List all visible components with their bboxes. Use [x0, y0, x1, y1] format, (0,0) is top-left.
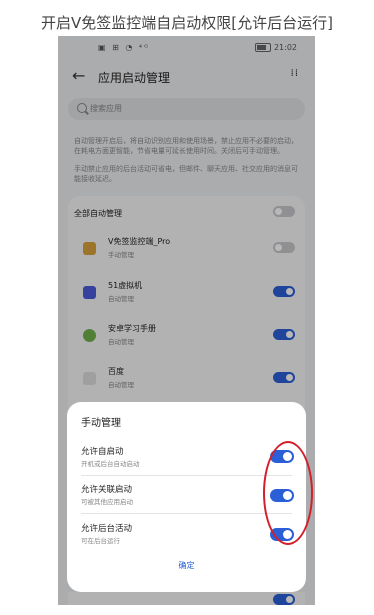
option-desc: 开机或后台自动启动: [81, 460, 140, 468]
sheet-title: 手动管理: [81, 418, 121, 429]
page-caption: 开启V免签监控端自启动权限[允许后台运行]: [41, 14, 333, 32]
option-desc: 可在后台运行: [81, 537, 120, 545]
option-name: 允许自启动: [81, 447, 124, 457]
option-name: 允许关联启动: [81, 485, 133, 495]
divider: [81, 513, 292, 514]
highlight-circle: [263, 441, 313, 545]
option-name: 允许后台活动: [81, 524, 133, 534]
confirm-button[interactable]: 确定: [67, 560, 306, 571]
option-desc: 可被其他应用启动: [81, 498, 133, 506]
